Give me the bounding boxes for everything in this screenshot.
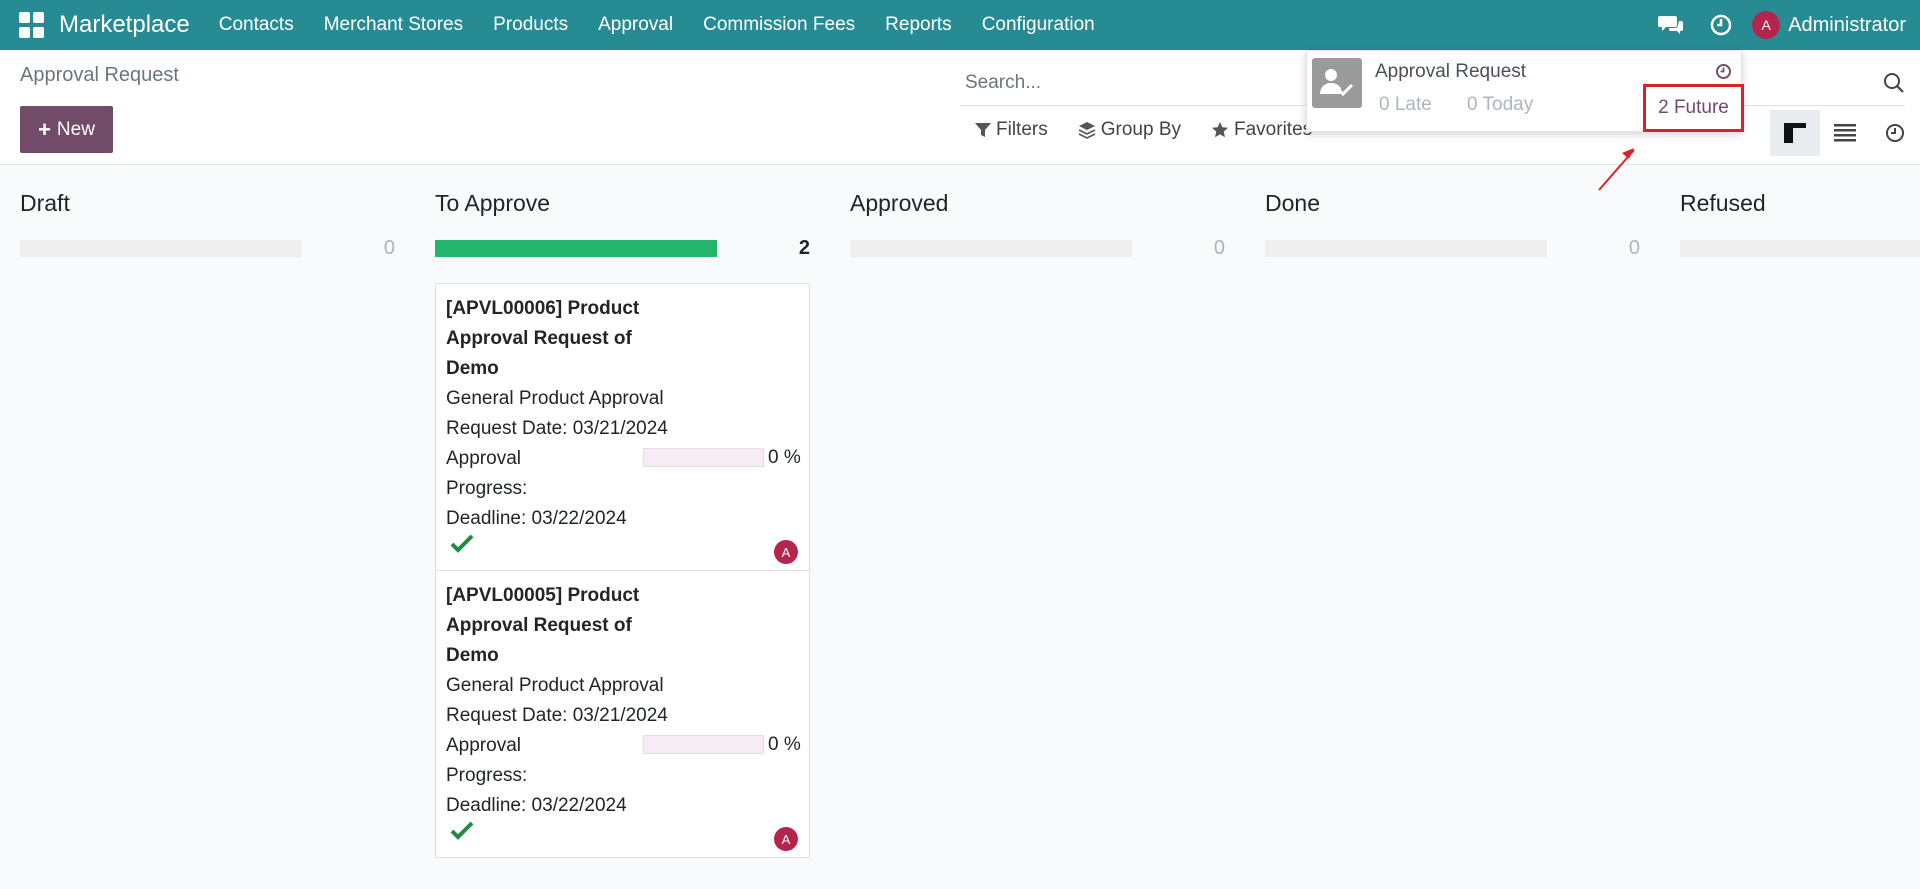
kanban-icon: [1784, 123, 1806, 143]
column-title: Draft: [20, 190, 70, 216]
popover-title: Approval Request: [1375, 61, 1527, 82]
card-title: [APVL00005] Product Approval Request of …: [446, 581, 666, 671]
search-icon[interactable]: [1883, 72, 1905, 99]
kanban-column-to-approve: To Approve 2: [415, 190, 810, 263]
favorites-button[interactable]: Favorites: [1211, 119, 1312, 141]
card-progress-value: 0 %: [768, 734, 801, 755]
kanban-column-approved: Approved 0: [830, 190, 1225, 263]
group-by-button[interactable]: Group By: [1078, 119, 1181, 141]
filters-label: Filters: [996, 119, 1048, 140]
column-progress-bar[interactable]: [1680, 240, 1920, 257]
clock-icon: [1886, 124, 1904, 142]
view-switcher: [1770, 110, 1920, 156]
card-title-line: Approval Request of: [446, 328, 632, 349]
activity-popover: Approval Request 0 Late 0 Today 2 Future: [1306, 50, 1744, 132]
menu-configuration[interactable]: Configuration: [967, 14, 1110, 36]
column-title: To Approve: [435, 190, 551, 216]
apps-menu-icon[interactable]: [19, 12, 45, 38]
card-title-line: Demo: [446, 645, 499, 666]
menu-reports[interactable]: Reports: [870, 14, 967, 36]
card-progress-label: Approval: [446, 448, 521, 469]
card-request-date: Request Date: 03/21/2024: [446, 705, 668, 726]
check-icon[interactable]: [450, 821, 474, 846]
card-progress-label-2: Progress:: [446, 478, 528, 499]
kanban-view-button[interactable]: [1770, 110, 1820, 156]
list-view-button[interactable]: [1820, 110, 1870, 156]
menu-products[interactable]: Products: [478, 14, 583, 36]
menu-approval[interactable]: Approval: [583, 14, 688, 36]
approval-request-icon: [1312, 58, 1362, 108]
card-progress-bar: [643, 448, 764, 467]
card-approval-type: General Product Approval: [446, 388, 664, 409]
column-count: 0: [1213, 237, 1225, 259]
column-count: 2: [798, 237, 810, 259]
search-options: Filters Group By Favorites: [975, 119, 1342, 141]
card-progress-label-2: Progress:: [446, 765, 528, 786]
card-deadline: Deadline: 03/22/2024: [446, 508, 627, 529]
new-button[interactable]: + New: [20, 106, 113, 153]
card-deadline: Deadline: 03/22/2024: [446, 795, 627, 816]
annotation-arrow: [1598, 148, 1635, 191]
card-progress-value: 0 %: [768, 447, 801, 468]
user-avatar: A: [1752, 11, 1781, 39]
card-avatar[interactable]: A: [774, 540, 798, 564]
column-progress-row: 0: [0, 233, 395, 263]
popover-late[interactable]: 0 Late: [1379, 94, 1432, 116]
column-progress-row: [1660, 233, 1920, 263]
column-count: 0: [383, 237, 395, 259]
kanban-card[interactable]: [APVL00006] Product Approval Request of …: [435, 283, 810, 571]
card-title-line: [APVL00006] Product: [446, 298, 640, 319]
messages-icon[interactable]: [1646, 0, 1696, 50]
card-progress-label: Approval: [446, 735, 521, 756]
column-progress-bar[interactable]: [1265, 240, 1547, 257]
menu-merchant-stores[interactable]: Merchant Stores: [309, 14, 478, 36]
kanban-column-done: Done 0: [1245, 190, 1640, 263]
favorites-label: Favorites: [1234, 119, 1313, 140]
filters-button[interactable]: Filters: [975, 119, 1048, 141]
column-progress-bar[interactable]: [20, 240, 302, 257]
column-progress-bar[interactable]: [435, 240, 717, 257]
kanban-card[interactable]: [APVL00005] Product Approval Request of …: [435, 570, 810, 858]
layers-icon: [1078, 122, 1096, 139]
column-title: Refused: [1680, 190, 1766, 216]
popover-today[interactable]: 0 Today: [1467, 94, 1533, 116]
card-title-line: Demo: [446, 358, 499, 379]
group-by-label: Group By: [1100, 119, 1181, 140]
popover-clock-icon[interactable]: [1715, 63, 1732, 85]
column-progress-row: 0: [1245, 233, 1640, 263]
column-progress-row: 2: [415, 233, 810, 263]
navbar-systray: A Administrator: [1646, 0, 1906, 50]
card-request-date: Request Date: 03/21/2024: [446, 418, 668, 439]
kanban-column-refused: Refused: [1660, 190, 1920, 263]
column-progress-bar[interactable]: [850, 240, 1132, 257]
user-name: Administrator: [1788, 13, 1906, 36]
new-button-label: New: [56, 118, 95, 140]
user-menu[interactable]: A Administrator: [1752, 11, 1906, 39]
star-icon: [1212, 122, 1228, 138]
menu-commission-fees[interactable]: Commission Fees: [688, 14, 870, 36]
kanban-column-draft: Draft 0: [0, 190, 395, 263]
card-avatar[interactable]: A: [774, 827, 798, 851]
column-title: Approved: [850, 190, 949, 216]
column-count: 0: [1628, 237, 1640, 259]
popover-future[interactable]: 2 Future: [1643, 84, 1744, 132]
column-progress-row: 0: [830, 233, 1225, 263]
column-title: Done: [1265, 190, 1320, 216]
activity-view-button[interactable]: [1870, 110, 1920, 156]
card-title-line: Approval Request of: [446, 615, 632, 636]
list-icon: [1834, 124, 1856, 142]
filter-icon: [975, 123, 991, 137]
card-title-line: [APVL00005] Product: [446, 585, 640, 606]
app-brand[interactable]: Marketplace: [59, 11, 190, 39]
card-progress-bar: [643, 735, 764, 754]
check-icon[interactable]: [450, 534, 474, 559]
menu-contacts[interactable]: Contacts: [204, 14, 309, 36]
activity-clock-icon[interactable]: [1696, 0, 1746, 50]
card-title: [APVL00006] Product Approval Request of …: [446, 294, 666, 384]
plus-icon: +: [38, 116, 51, 142]
top-navbar: Marketplace Contacts Merchant Stores Pro…: [0, 0, 1920, 50]
card-approval-type: General Product Approval: [446, 675, 664, 696]
breadcrumb: Approval Request: [20, 64, 179, 86]
